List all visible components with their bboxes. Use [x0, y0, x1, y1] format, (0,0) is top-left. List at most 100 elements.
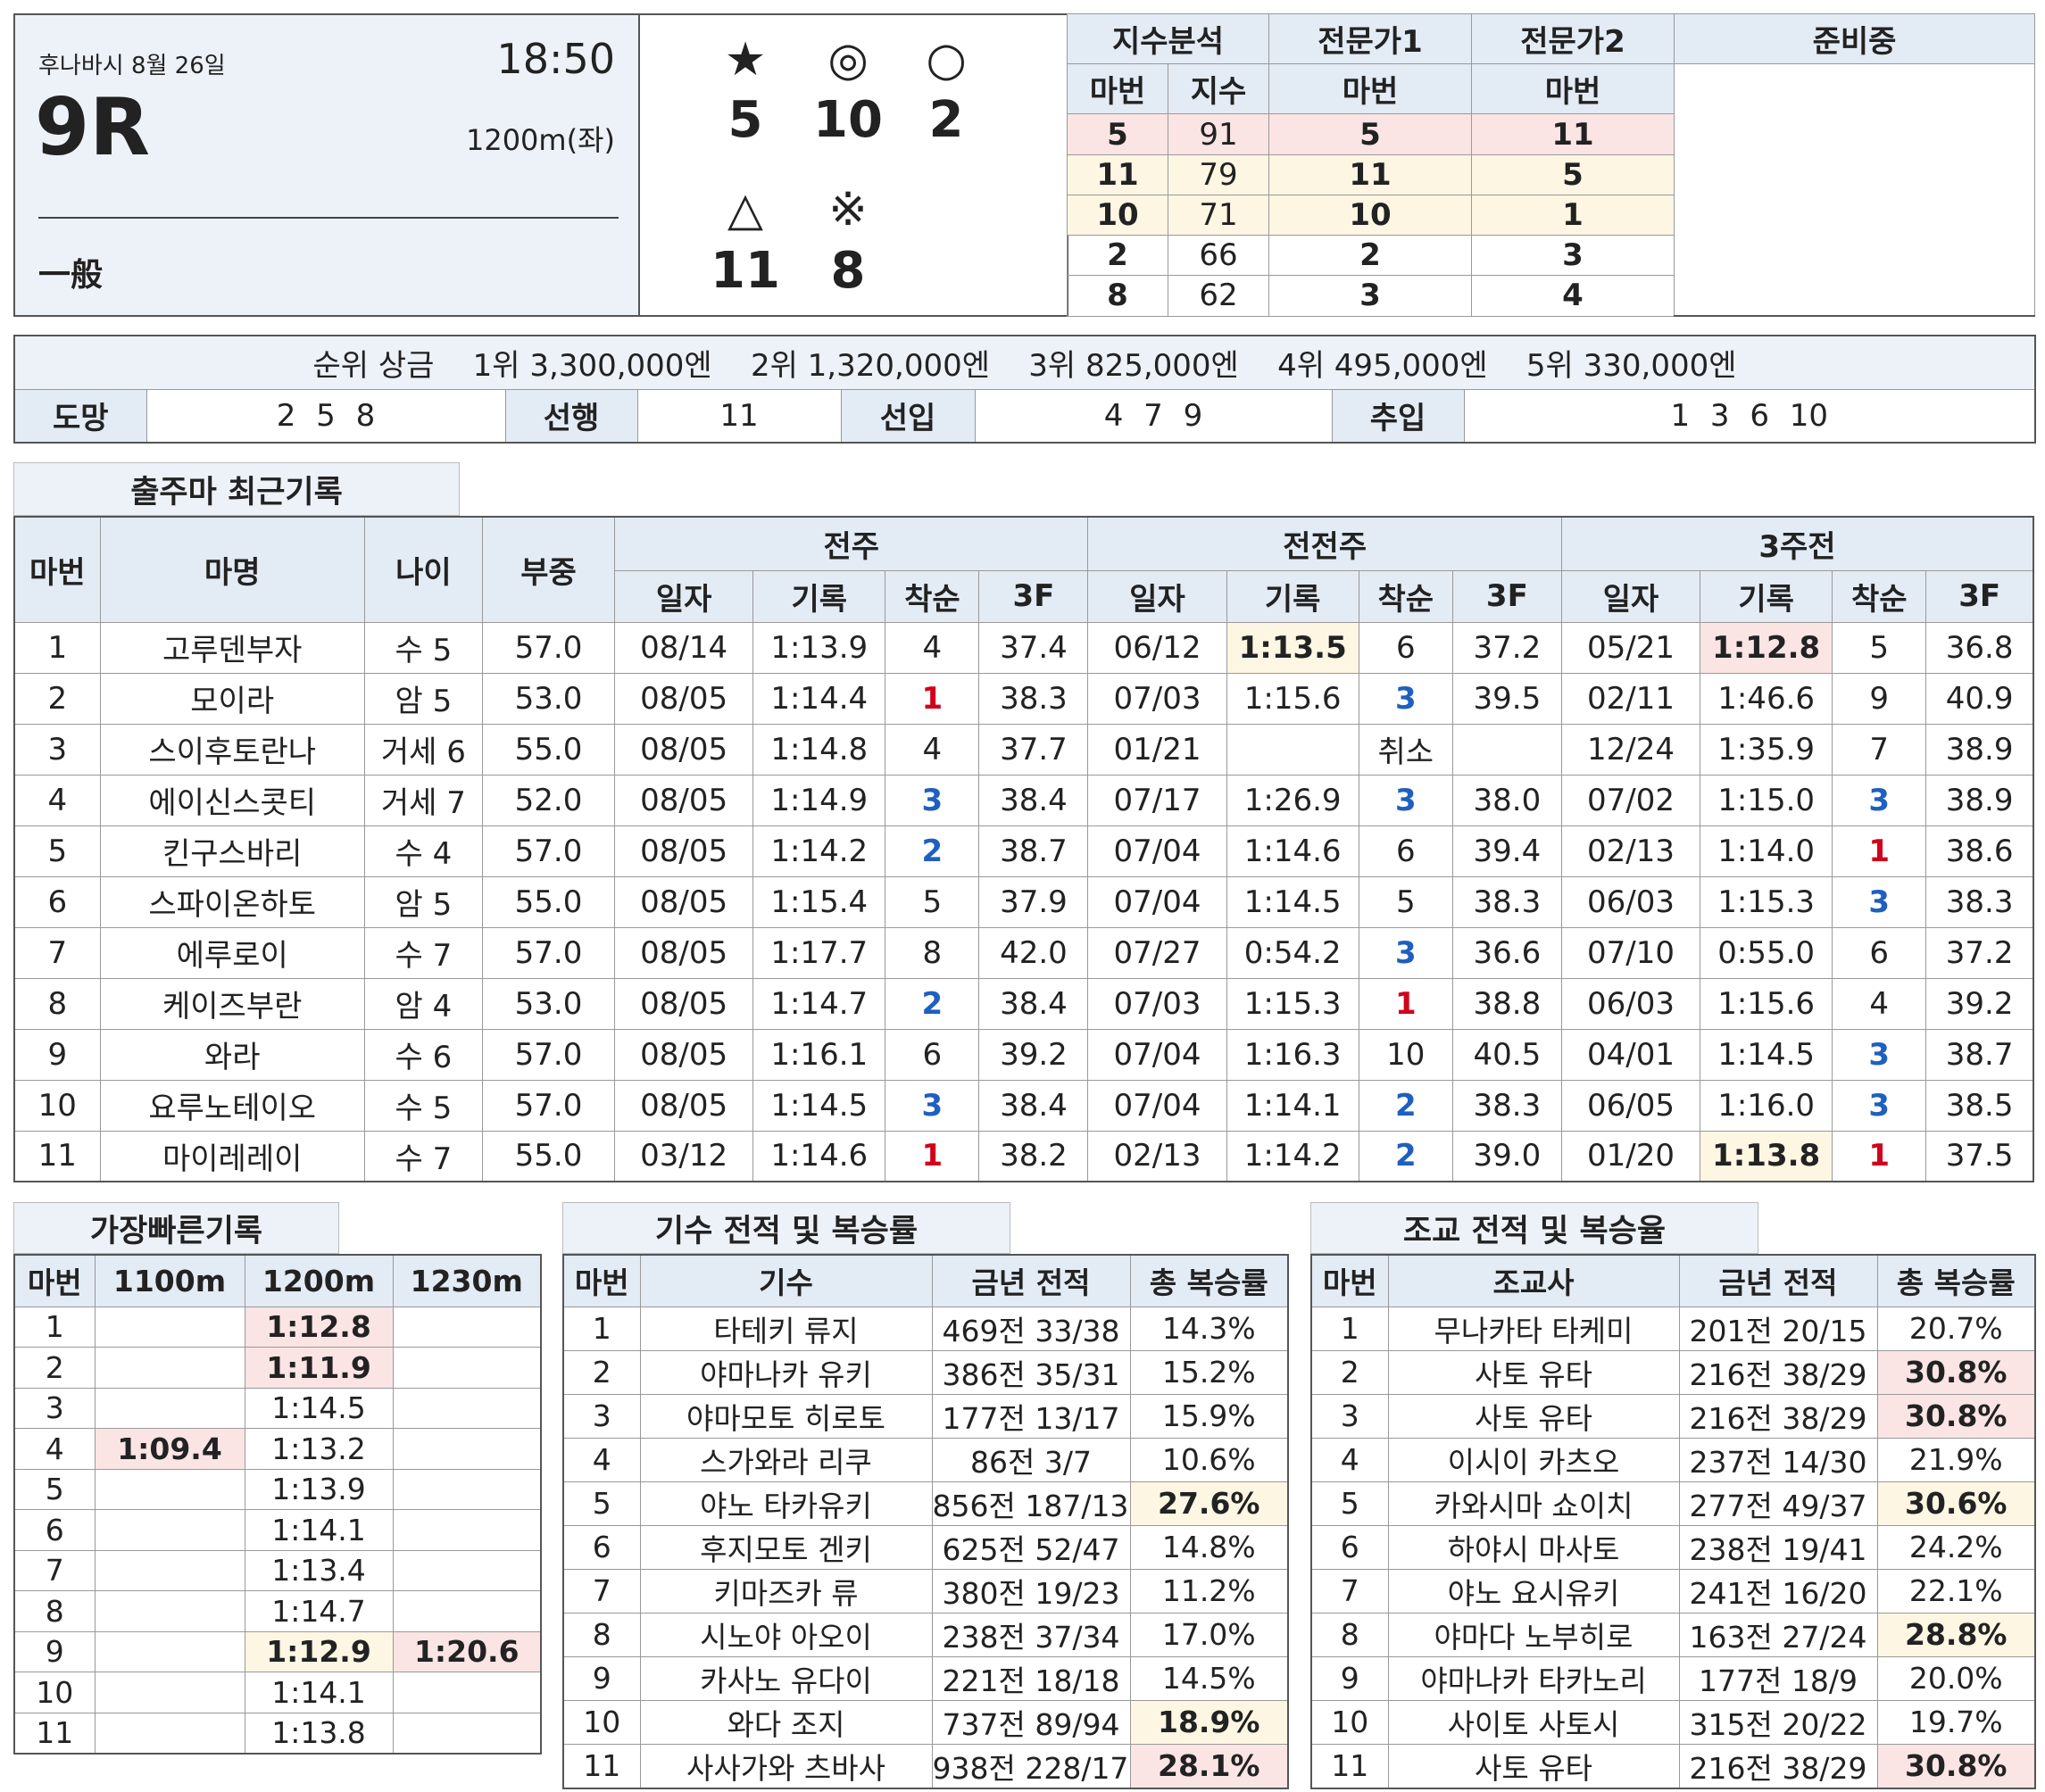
race-time: 1:17.7 [752, 926, 886, 979]
style-label-lead: 선행 [504, 388, 638, 444]
race-date: 07/04 [1087, 1028, 1227, 1081]
race-rank: 2 [1358, 1130, 1453, 1182]
race-time: 1:13.8 [1700, 1130, 1833, 1182]
horse-no: 7 [562, 1568, 641, 1614]
race-rank: 1 [1358, 977, 1453, 1030]
style-horses-escape: 2 5 8 [145, 388, 506, 444]
race-3f: 38.7 [1925, 1028, 2034, 1081]
race-time: 0:55.0 [1700, 926, 1833, 979]
index-horse: 11 [1067, 153, 1168, 195]
horse-no: 5 [1310, 1481, 1389, 1526]
table-row: 8 1:14.7 [13, 1590, 542, 1632]
horse-age: 거세 7 [363, 774, 483, 826]
race-rank: 3 [1832, 1079, 1927, 1132]
jockey-rate: 15.9% [1129, 1393, 1289, 1439]
race-rank: 4 [1832, 977, 1927, 1030]
index-subheader: 지수 [1168, 63, 1269, 115]
prize-label: 순위 상금 [312, 347, 435, 384]
jockey-record: 737전 89/94 [931, 1699, 1131, 1745]
pick-circle-horse: 2 [928, 91, 964, 149]
race-time: 1:15.0 [1700, 774, 1833, 826]
table-row: 11 1:13.8 [13, 1712, 542, 1754]
horse-weight: 55.0 [481, 1130, 616, 1182]
race-date: 06/05 [1560, 1079, 1701, 1132]
table-row: 10 요루노테이오 수 5 57.0 08/05 1:14.5 3 38.4 07/04 1:14… [13, 1079, 2034, 1132]
race-date: 02/11 [1560, 672, 1701, 725]
race-date: 08/05 [614, 926, 754, 979]
horse-no: 3 [562, 1393, 641, 1439]
time-1230 [392, 1509, 542, 1551]
index-horse: 2 [1067, 235, 1168, 277]
race-class: 一般 [38, 257, 104, 294]
race-3f: 37.7 [978, 723, 1089, 776]
race-rank: 취소 [1358, 723, 1453, 776]
jockey-rate: 11.2% [1129, 1568, 1289, 1614]
race-time: 1:14.2 [1226, 1130, 1359, 1182]
jockey-rate: 14.5% [1129, 1655, 1289, 1701]
race-3f: 38.4 [978, 1079, 1089, 1132]
horse-no: 11 [13, 1712, 96, 1754]
trainer-name: 야노 요시유키 [1387, 1568, 1680, 1614]
race-3f: 39.2 [978, 1028, 1089, 1081]
prize-table: 순위 상금 1위 3,300,000엔 2위 1,320,000엔 3위 825… [13, 335, 2037, 444]
fastest-col-1200: 1200m [244, 1254, 394, 1307]
table-row: 9 카사노 유다이 221전 18/18 14.5% [562, 1655, 1289, 1701]
col-date: 일자 [1087, 569, 1227, 623]
race-time: 1:15.3 [1226, 977, 1359, 1030]
race-rank: 3 [1832, 1028, 1927, 1081]
jockey-name: 사사가와 츠바사 [639, 1743, 933, 1788]
trainer-rate: 22.1% [1876, 1568, 2036, 1614]
double-circle-symbol: ◎ [827, 33, 869, 87]
race-date: 07/27 [1087, 926, 1227, 979]
time-1230: 1:20.6 [392, 1630, 542, 1672]
race-3f: 38.4 [978, 774, 1089, 826]
horse-age: 수 7 [363, 926, 483, 979]
race-date: 04/01 [1560, 1028, 1701, 1081]
jockey-rate: 18.9% [1129, 1699, 1289, 1745]
race-3f: 38.0 [1451, 774, 1562, 826]
table-row: 4 에이신스콧티 거세 7 52.0 08/05 1:14.9 3 38.4 07/17 1:26… [13, 774, 2034, 826]
trainer-name: 사토 유타 [1387, 1393, 1680, 1439]
time-1200: 1:12.8 [244, 1306, 394, 1348]
trainer-rate: 20.7% [1876, 1306, 2036, 1351]
prize-4th: 4위 495,000엔 [1277, 347, 1488, 384]
table-row: 2 모이라 암 5 53.0 08/05 1:14.4 1 38.3 07/03 1:15.6 3 3… [13, 672, 2034, 725]
trainer-record: 177전 18/9 [1678, 1655, 1878, 1701]
style-label-escape: 도망 [13, 388, 147, 444]
expert1-pick: 11 [1268, 153, 1472, 195]
horse-no: 5 [562, 1481, 641, 1526]
time-1100 [94, 1549, 245, 1591]
horse-weight: 53.0 [481, 672, 616, 725]
index-analysis-panel: 지수분석 전문가1 전문가2 준비중 마번 지수 마번 마번 5 91 5 11… [1067, 12, 2035, 318]
trainer-col-no: 마번 [1310, 1254, 1389, 1307]
race-date: 08/05 [614, 672, 754, 725]
col-prev3: 3주전 [1560, 516, 2034, 571]
horse-no: 8 [13, 977, 101, 1030]
trainer-col-name: 조교사 [1387, 1254, 1680, 1307]
race-3f: 38.3 [1451, 875, 1562, 928]
trainer-name: 카와시마 쇼이치 [1387, 1481, 1680, 1526]
race-number: 9R [35, 81, 150, 173]
index-value: 62 [1168, 275, 1269, 317]
col-prev1: 전주 [614, 516, 1089, 571]
horse-weight: 57.0 [481, 825, 616, 877]
race-time [1226, 723, 1359, 776]
time-1100 [94, 1468, 245, 1510]
time-1200: 1:13.4 [244, 1549, 394, 1591]
table-row: 10 와다 조지 737전 89/94 18.9% [562, 1699, 1289, 1745]
fastest-panel: 마번 1100m 1200m 1230m 1 1:12.8 2 1:11.9 3 1:14… [13, 1254, 542, 1755]
race-time: 1:15.3 [1700, 875, 1833, 928]
trainer-rate: 30.6% [1876, 1481, 2036, 1526]
table-row: 9 야마나카 타카노리 177전 18/9 20.0% [1310, 1655, 2036, 1701]
race-time: 1:35.9 [1700, 723, 1833, 776]
table-row: 1 무나카타 타케미 201전 20/15 20.7% [1310, 1306, 2036, 1351]
style-horses-lead: 11 [636, 388, 842, 444]
race-rank: 9 [1832, 672, 1927, 725]
index-horse: 10 [1067, 194, 1168, 236]
jockey-col-no: 마번 [562, 1254, 641, 1307]
style-label-stalker: 선입 [840, 388, 976, 444]
table-row: 1 1:12.8 [13, 1306, 542, 1348]
expert2-subheader: 마번 [1471, 63, 1675, 115]
horse-age: 수 5 [363, 1079, 483, 1132]
jockey-record: 177전 13/17 [931, 1393, 1131, 1439]
